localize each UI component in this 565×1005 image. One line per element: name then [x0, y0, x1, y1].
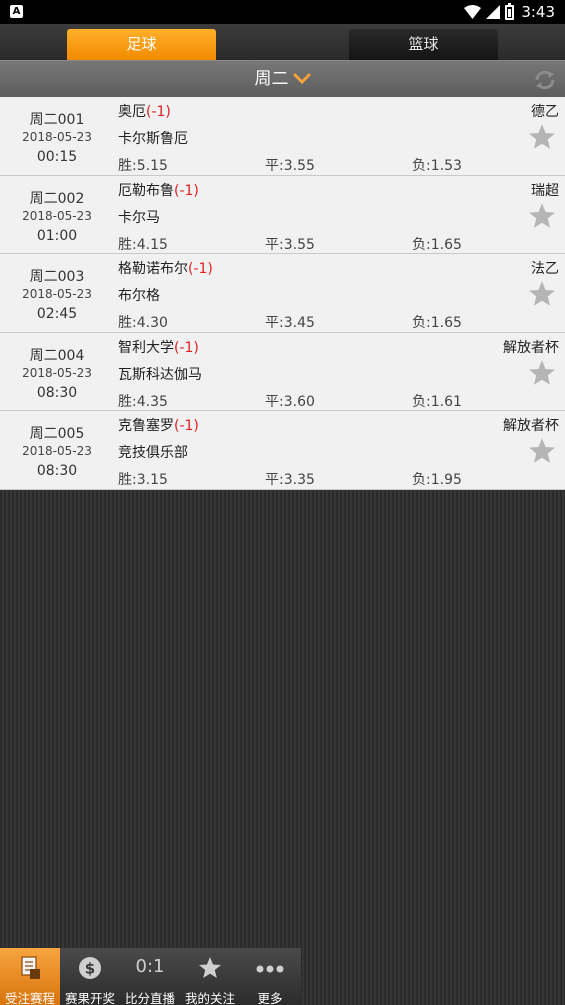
league-name: 解放者杯: [503, 418, 559, 434]
league-name: 解放者杯: [503, 339, 559, 356]
odds-win[interactable]: 胜:4.15: [118, 234, 168, 254]
svg-text:$: $: [85, 960, 95, 978]
odds-win[interactable]: 胜:4.30: [118, 312, 168, 332]
match-date: 2018-05-23: [22, 208, 92, 223]
league-name: 法乙: [531, 261, 559, 277]
bottom-nav: 受注赛程 $ 赛果开奖 0:1 比分直播 我的关注 更多: [0, 948, 301, 1005]
more-dots-icon: [256, 965, 284, 973]
odds-win[interactable]: 胜:4.35: [118, 391, 168, 411]
favorite-star-icon[interactable]: [527, 359, 557, 387]
star-icon: [199, 957, 221, 978]
match-number: 周二005: [29, 426, 85, 442]
away-team: 卡尔斯鲁厄: [118, 131, 188, 147]
odds-draw[interactable]: 平:3.35: [265, 469, 315, 489]
score-icon: 0:1: [135, 956, 165, 977]
odds-lose[interactable]: 负:1.61: [412, 391, 462, 411]
nav-betting-schedule[interactable]: 受注赛程: [0, 948, 60, 1005]
home-team: 格勒诺布尔(-1): [118, 258, 213, 278]
match-row[interactable]: 周二004 2018-05-23 08:30 智利大学(-1) 瓦斯科达伽马 胜…: [0, 332, 565, 411]
odds-win[interactable]: 胜:5.15: [118, 155, 168, 175]
match-row[interactable]: 周二005 2018-05-23 08:30 克鲁塞罗(-1) 竞技俱乐部 胜:…: [0, 411, 565, 490]
handicap: (-1): [174, 182, 199, 199]
away-team: 卡尔马: [118, 209, 160, 226]
odds-lose[interactable]: 负:1.95: [412, 469, 462, 489]
home-team-name: 厄勒布鲁: [118, 182, 174, 199]
away-team: 瓦斯科达伽马: [118, 366, 202, 383]
match-row[interactable]: 周二001 2018-05-23 00:15 奥厄(-1) 卡尔斯鲁厄 胜:5.…: [0, 97, 565, 176]
away-team: 竞技俱乐部: [118, 445, 188, 461]
home-team-name: 格勒诺布尔: [118, 261, 188, 277]
match-time: 01:00: [36, 227, 78, 244]
match-time: 02:45: [36, 306, 78, 322]
home-team: 智利大学(-1): [118, 337, 199, 357]
odds-win[interactable]: 胜:3.15: [118, 469, 168, 489]
home-team-name: 奥厄: [118, 104, 146, 120]
match-time: 08:30: [36, 463, 78, 479]
tab-basketball[interactable]: 篮球: [349, 29, 498, 60]
odds-lose[interactable]: 负:1.65: [412, 312, 462, 332]
match-date: 2018-05-23: [22, 365, 92, 380]
handicap: (-1): [174, 339, 199, 356]
handicap: (-1): [188, 261, 213, 277]
handicap: (-1): [174, 418, 199, 434]
battery-icon: [505, 2, 515, 20]
dollar-coin-icon: $: [79, 957, 101, 979]
nav-live-score[interactable]: 0:1 比分直播: [120, 948, 180, 1005]
status-bar: A 3:43: [0, 0, 565, 24]
home-team-name: 克鲁塞罗: [118, 418, 174, 434]
wifi-icon: [464, 5, 482, 19]
match-number: 周二002: [29, 190, 85, 207]
match-row[interactable]: 周二003 2018-05-23 02:45 格勒诺布尔(-1) 布尔格 胜:4…: [0, 254, 565, 333]
handicap: (-1): [146, 104, 171, 120]
away-team: 布尔格: [118, 288, 160, 304]
refresh-icon[interactable]: [533, 68, 557, 92]
betting-slip-icon: [21, 956, 40, 979]
match-row[interactable]: 周二002 2018-05-23 01:00 厄勒布鲁(-1) 卡尔马 胜:4.…: [0, 175, 565, 254]
home-team: 克鲁塞罗(-1): [118, 415, 199, 435]
sport-tab-bar: 足球 篮球: [0, 24, 565, 60]
home-team: 厄勒布鲁(-1): [118, 180, 199, 200]
odds-draw[interactable]: 平:3.55: [265, 155, 315, 175]
match-list: 周二001 2018-05-23 00:15 奥厄(-1) 卡尔斯鲁厄 胜:5.…: [0, 97, 565, 490]
day-title: 周二: [254, 69, 289, 89]
signal-icon: [486, 5, 501, 19]
home-team-name: 智利大学: [118, 339, 174, 356]
nav-label: 我的关注: [184, 991, 235, 1005]
nav-more[interactable]: 更多: [240, 948, 300, 1005]
match-number: 周二004: [29, 347, 85, 364]
odds-lose[interactable]: 负:1.65: [412, 234, 462, 254]
nav-my-favorites[interactable]: 我的关注: [180, 948, 240, 1005]
match-number: 周二001: [29, 112, 85, 128]
chevron-down-icon: [293, 73, 310, 85]
odds-lose[interactable]: 负:1.53: [412, 155, 462, 175]
league-name: 瑞超: [531, 182, 559, 199]
home-team: 奥厄(-1): [118, 101, 171, 121]
favorite-star-icon[interactable]: [527, 123, 557, 151]
nav-label: 更多: [257, 991, 283, 1005]
tab-football[interactable]: 足球: [67, 29, 216, 60]
nav-label: 比分直播: [124, 991, 175, 1005]
day-header: 周二: [0, 60, 565, 97]
odds-draw[interactable]: 平:3.45: [265, 312, 315, 332]
app-notification-icon: A: [10, 5, 23, 18]
nav-results[interactable]: $ 赛果开奖: [60, 948, 120, 1005]
match-date: 2018-05-23: [22, 287, 92, 301]
favorite-star-icon[interactable]: [527, 280, 557, 308]
day-selector[interactable]: 周二: [0, 61, 565, 98]
clock: 3:43: [521, 3, 555, 21]
match-date: 2018-05-23: [22, 130, 92, 144]
match-time: 00:15: [36, 149, 78, 165]
match-number: 周二003: [29, 269, 85, 285]
favorite-star-icon[interactable]: [527, 437, 557, 465]
league-name: 德乙: [531, 104, 559, 120]
odds-draw[interactable]: 平:3.55: [265, 234, 315, 254]
nav-label: 赛果开奖: [64, 991, 115, 1005]
favorite-star-icon[interactable]: [527, 202, 557, 230]
match-date: 2018-05-23: [22, 444, 92, 458]
match-time: 08:30: [36, 384, 78, 401]
nav-label: 受注赛程: [4, 991, 55, 1005]
odds-draw[interactable]: 平:3.60: [265, 391, 315, 411]
